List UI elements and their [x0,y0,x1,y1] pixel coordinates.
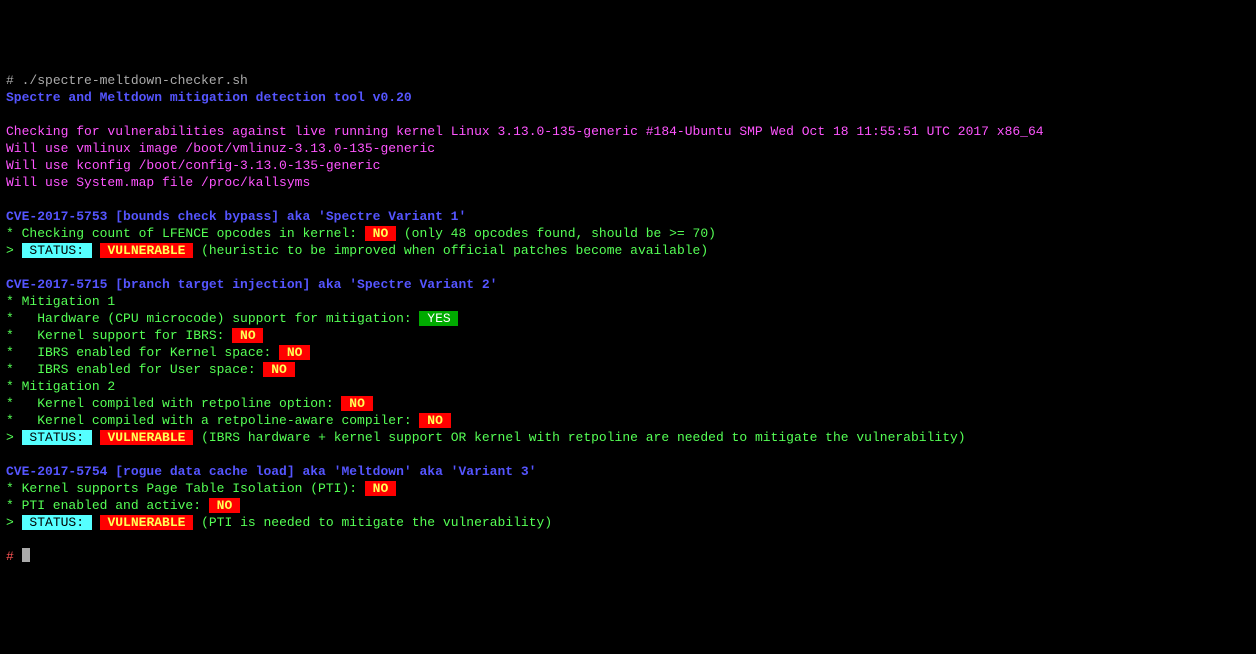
shell-prompt: # [6,73,22,88]
vulnerable-badge: VULNERABLE [100,515,194,530]
cve3-header: CVE-2017-5754 [rogue data cache load] ak… [6,464,537,479]
vulnerable-badge: VULNERABLE [100,243,194,258]
status-label: STATUS: [22,243,92,258]
use-vmlinux: Will use vmlinux image /boot/vmlinuz-3.1… [6,141,435,156]
vulnerable-badge: VULNERABLE [100,430,194,445]
yes-badge: YES [419,311,458,326]
mitigation-2: * Mitigation 2 [6,379,115,394]
cve2-status-note: (IBRS hardware + kernel support OR kerne… [193,430,965,445]
status-label: STATUS: [22,515,92,530]
no-badge: NO [209,498,240,513]
cve3-status-note: (PTI is needed to mitigate the vulnerabi… [193,515,552,530]
ibrs-kernel-label: * IBRS enabled for Kernel space: [6,345,279,360]
no-badge: NO [263,362,294,377]
retpoline-option-label: * Kernel compiled with retpoline option: [6,396,341,411]
no-badge: NO [232,328,263,343]
cve1-check-label: * Checking count of LFENCE opcodes in ke… [6,226,365,241]
use-kconfig: Will use kconfig /boot/config-3.13.0-135… [6,158,380,173]
no-badge: NO [279,345,310,360]
cve1-header: CVE-2017-5753 [bounds check bypass] aka … [6,209,466,224]
terminal-output: # ./spectre-meltdown-checker.sh Spectre … [6,72,1250,565]
tool-title: Spectre and Meltdown mitigation detectio… [6,90,412,105]
status-arrow: > [6,243,22,258]
use-sysmap: Will use System.map file /proc/kallsyms [6,175,310,190]
status-arrow: > [6,430,22,445]
cursor-icon [22,548,30,562]
check-intro: Checking for vulnerabilities against liv… [6,124,451,139]
no-badge: NO [365,481,396,496]
status-label: STATUS: [22,430,92,445]
retpoline-compiler-label: * Kernel compiled with a retpoline-aware… [6,413,419,428]
shell-prompt[interactable]: # [6,549,22,564]
cve1-check-note: (only 48 opcodes found, should be >= 70) [396,226,716,241]
mitigation-1: * Mitigation 1 [6,294,115,309]
command: ./spectre-meltdown-checker.sh [22,73,248,88]
no-badge: NO [341,396,372,411]
ibrs-user-label: * IBRS enabled for User space: [6,362,263,377]
status-arrow: > [6,515,22,530]
pti-support-label: * Kernel supports Page Table Isolation (… [6,481,365,496]
no-badge: NO [365,226,396,241]
kernel-info: Linux 3.13.0-135-generic #184-Ubuntu SMP… [451,124,1044,139]
pti-enabled-label: * PTI enabled and active: [6,498,209,513]
no-badge: NO [419,413,450,428]
hw-support-label: * Hardware (CPU microcode) support for m… [6,311,419,326]
cve1-status-note: (heuristic to be improved when official … [193,243,708,258]
ibrs-support-label: * Kernel support for IBRS: [6,328,232,343]
cve2-header: CVE-2017-5715 [branch target injection] … [6,277,497,292]
